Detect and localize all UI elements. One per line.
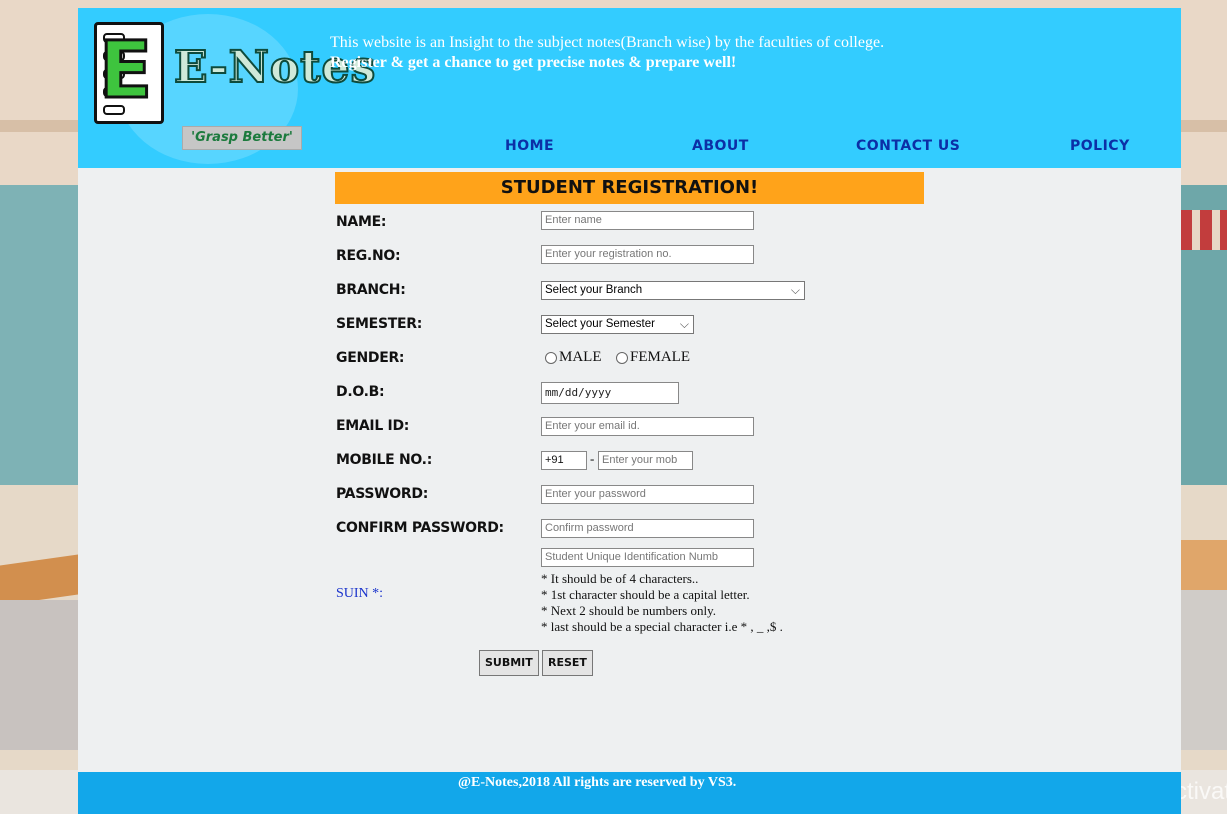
semester-label: SEMESTER: [336,316,423,332]
radio-icon[interactable] [545,351,557,364]
confirm-password-label: CONFIRM PASSWORD: [336,520,504,536]
password-input[interactable]: Enter your password [541,485,754,504]
intro-line-1: This website is an Insight to the subjec… [330,34,885,51]
nav-home[interactable]: HOME [505,138,554,154]
chevron-down-icon: ⌵ [679,317,689,331]
form-title: STUDENT REGISTRATION! [335,172,924,204]
nav-contact-us[interactable]: CONTACT US [856,138,960,154]
dob-label: D.O.B: [336,384,385,400]
name-label: NAME: [336,214,387,230]
gender-male-option[interactable]: MALE [545,349,602,366]
site-header: E E-Notes 'Grasp Better' This website is… [78,8,1181,168]
gender-label: GENDER: [336,350,405,366]
email-label: EMAIL ID: [336,418,410,434]
semester-select-value: Select your Semester [545,318,655,330]
gender-female-option[interactable]: FEMALE [616,349,690,366]
nav-policy[interactable]: POLICY [1070,138,1130,154]
suin-rule: * It should be of 4 characters.. [541,571,699,586]
country-code-input[interactable]: +91 [541,451,587,470]
suin-rule: * Next 2 should be numbers only. [541,603,716,618]
branch-select-value: Select your Branch [545,284,643,296]
branch-label: BRANCH: [336,282,406,298]
logo-tagline: 'Grasp Better' [182,126,302,150]
suin-rule: * 1st character should be a capital lett… [541,587,750,602]
footer-copyright: @E-Notes,2018 All rights are reserved by… [458,775,737,790]
mobile-input[interactable]: Enter your mob [598,451,693,470]
reset-button[interactable]: RESET [542,650,593,676]
intro-line-2: Register & get a chance to get precise n… [330,54,737,71]
semester-select[interactable]: Select your Semester ⌵ [541,315,694,334]
email-input[interactable]: Enter your email id. [541,417,754,436]
suin-rule: * last should be a special character i.e… [541,619,783,634]
password-label: PASSWORD: [336,486,428,502]
branch-select[interactable]: Select your Branch ⌵ [541,281,805,300]
regno-input[interactable]: Enter your registration no. [541,245,754,264]
confirm-password-input[interactable]: Confirm password [541,519,754,538]
chevron-down-icon: ⌵ [790,283,800,297]
logo-letter: E [97,25,153,118]
page-container: E E-Notes 'Grasp Better' This website is… [78,8,1181,814]
logo-notebook-icon: E [94,22,164,124]
regno-label: REG.NO: [336,248,401,264]
suin-input[interactable]: Student Unique Identification Numb [541,548,754,567]
nav-about[interactable]: ABOUT [692,138,749,154]
radio-icon[interactable] [616,351,628,364]
mobile-label: MOBILE NO.: [336,452,432,468]
submit-button[interactable]: SUBMIT [479,650,539,676]
name-input[interactable]: Enter name [541,211,754,230]
dob-input[interactable]: mm/dd/yyyy [541,382,679,404]
site-footer: @E-Notes,2018 All rights are reserved by… [78,772,1181,814]
mobile-separator: - [590,451,595,466]
suin-label: SUIN *: [336,586,384,601]
